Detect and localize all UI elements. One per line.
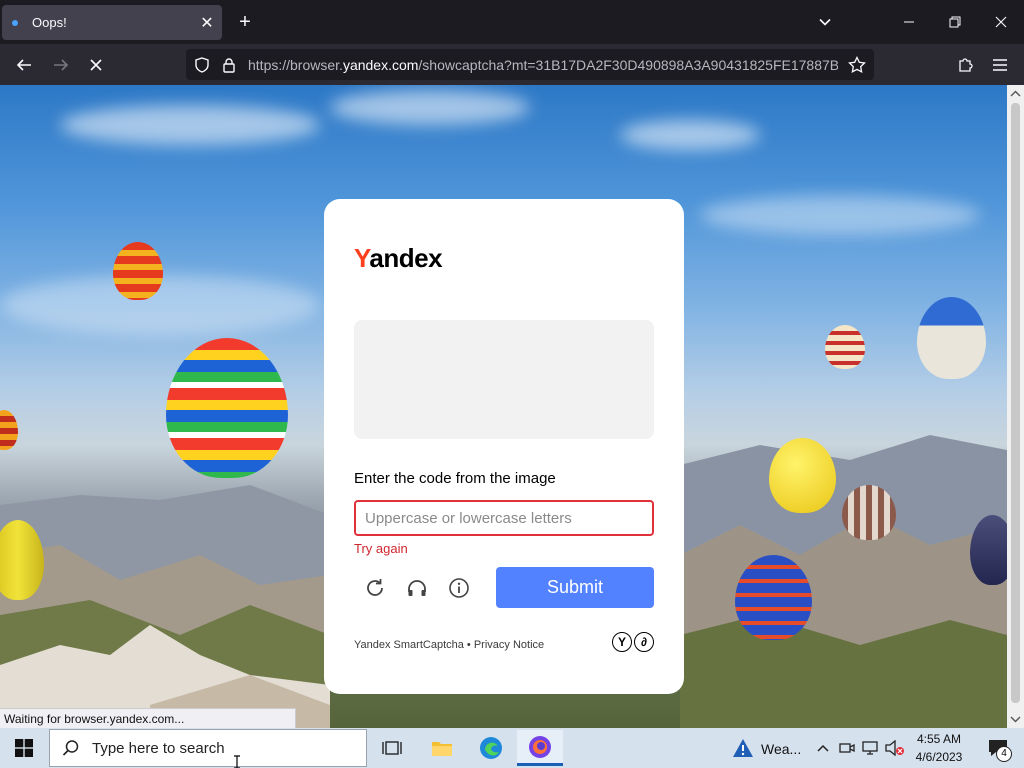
clock-date[interactable]: 4/6/2023: [910, 750, 968, 764]
yandex-logo: Yandex: [354, 243, 443, 273]
balloon: [970, 515, 1007, 585]
address-bar[interactable]: https://browser.yandex.com/showcaptcha?m…: [186, 49, 874, 80]
minimize-icon: [904, 21, 914, 23]
stop-icon: [90, 59, 102, 71]
network-button[interactable]: [859, 730, 883, 766]
page-scrollbar[interactable]: [1007, 85, 1024, 728]
bookmark-star-icon[interactable]: [848, 55, 866, 74]
audio-captcha-button[interactable]: [404, 575, 430, 601]
tab-favicon-icon: [12, 19, 18, 26]
tab-oops[interactable]: Oops! ✕: [2, 5, 222, 40]
search-icon: [62, 740, 79, 756]
extensions-button[interactable]: [950, 50, 980, 80]
cloud: [60, 105, 320, 145]
firefox-button[interactable]: [517, 730, 563, 766]
taskbar-search-placeholder: Type here to search: [92, 739, 225, 757]
edge-button[interactable]: [468, 730, 514, 766]
cloud: [330, 90, 530, 125]
puzzle-icon: [959, 58, 973, 72]
task-view-icon: [382, 741, 402, 755]
browser-status-bar: Waiting for browser.yandex.com...: [0, 708, 296, 729]
close-icon: [995, 16, 1007, 28]
arrow-right-icon: [54, 59, 69, 71]
tracking-shield-icon[interactable]: [194, 56, 210, 73]
scrollbar-thumb[interactable]: [1011, 103, 1020, 703]
smartcaptcha-link[interactable]: Yandex SmartCaptcha: [354, 639, 464, 651]
arrow-left-icon: [16, 59, 31, 71]
taskbar-search[interactable]: Type here to search: [49, 729, 367, 767]
windows-taskbar: Type here to search Wea... 4:55 AM 4/6/2…: [0, 728, 1024, 768]
refresh-captcha-button[interactable]: [362, 575, 388, 601]
captcha-image: [354, 320, 654, 439]
balloon: [825, 325, 865, 369]
smartcaptcha-badge: Y ∂: [612, 632, 654, 652]
new-tab-button[interactable]: +: [232, 8, 258, 36]
browser-titlebar: Oops! ✕ +: [0, 0, 1024, 44]
yandex-y-icon: Y: [612, 632, 632, 652]
app-menu-button[interactable]: [985, 50, 1015, 80]
balloon: [735, 555, 812, 640]
network-monitor-icon: [862, 741, 878, 755]
info-icon: [449, 578, 469, 598]
cloud: [620, 120, 760, 150]
minimize-button[interactable]: [886, 0, 932, 44]
weather-warning-icon: [733, 739, 753, 757]
chevron-up-icon: [817, 744, 829, 752]
volume-button[interactable]: [883, 730, 907, 766]
balloon: [917, 297, 986, 379]
volume-muted-icon: [885, 740, 904, 756]
weather-widget-icon-button[interactable]: [728, 730, 758, 766]
meet-now-button[interactable]: [836, 730, 858, 766]
cloud: [700, 195, 980, 235]
scroll-up-icon[interactable]: [1007, 87, 1024, 101]
smartcaptcha-glyph-icon: ∂: [634, 632, 654, 652]
privacy-notice-link[interactable]: Privacy Notice: [474, 639, 544, 651]
forward-button[interactable]: [46, 50, 76, 80]
footer-separator: •: [466, 639, 471, 651]
back-button[interactable]: [9, 50, 39, 80]
weather-label[interactable]: Wea...: [761, 741, 801, 757]
firefox-icon: [529, 735, 551, 758]
hamburger-menu-icon: [993, 59, 1007, 71]
folder-icon: [432, 742, 452, 756]
balloon: [166, 338, 288, 478]
task-view-button[interactable]: [369, 730, 415, 766]
captcha-prompt: Enter the code from the image: [354, 470, 556, 487]
captcha-card: Yandex Enter the code from the image Try…: [324, 199, 684, 694]
list-all-tabs-button[interactable]: [802, 0, 848, 44]
lock-icon[interactable]: [222, 57, 236, 73]
tab-close-icon[interactable]: ✕: [192, 13, 222, 33]
balloon: [113, 242, 163, 300]
info-button[interactable]: [446, 575, 472, 601]
browser-navbar: https://browser.yandex.com/showcaptcha?m…: [0, 44, 1024, 85]
error-message: Try again: [354, 541, 408, 556]
balloon: [842, 485, 896, 540]
windows-logo-icon: [15, 739, 33, 757]
close-window-button[interactable]: [978, 0, 1024, 44]
scroll-down-icon[interactable]: [1007, 712, 1024, 726]
captcha-code-input[interactable]: [354, 500, 654, 536]
refresh-icon: [367, 579, 383, 596]
clock-time[interactable]: 4:55 AM: [910, 732, 968, 746]
show-hidden-icons-button[interactable]: [812, 730, 834, 766]
notification-count-badge: 4: [996, 746, 1012, 762]
captcha-footer: Yandex SmartCaptcha • Privacy Notice: [354, 639, 544, 651]
tab-title: Oops!: [32, 15, 67, 30]
balloon: [769, 438, 836, 513]
text-cursor-icon: [234, 755, 240, 768]
submit-button[interactable]: Submit: [496, 567, 654, 608]
restore-icon: [949, 16, 961, 28]
stop-loading-button[interactable]: [81, 50, 111, 80]
start-button[interactable]: [0, 728, 48, 768]
headphones-icon: [408, 580, 426, 596]
url-text: https://browser.yandex.com/showcaptcha?m…: [248, 56, 838, 73]
file-explorer-button[interactable]: [419, 730, 465, 766]
notifications-button[interactable]: 4: [978, 730, 1018, 766]
chevron-down-icon: [819, 18, 831, 26]
camera-icon: [839, 743, 855, 753]
edge-icon: [480, 737, 502, 759]
restore-button[interactable]: [932, 0, 978, 44]
